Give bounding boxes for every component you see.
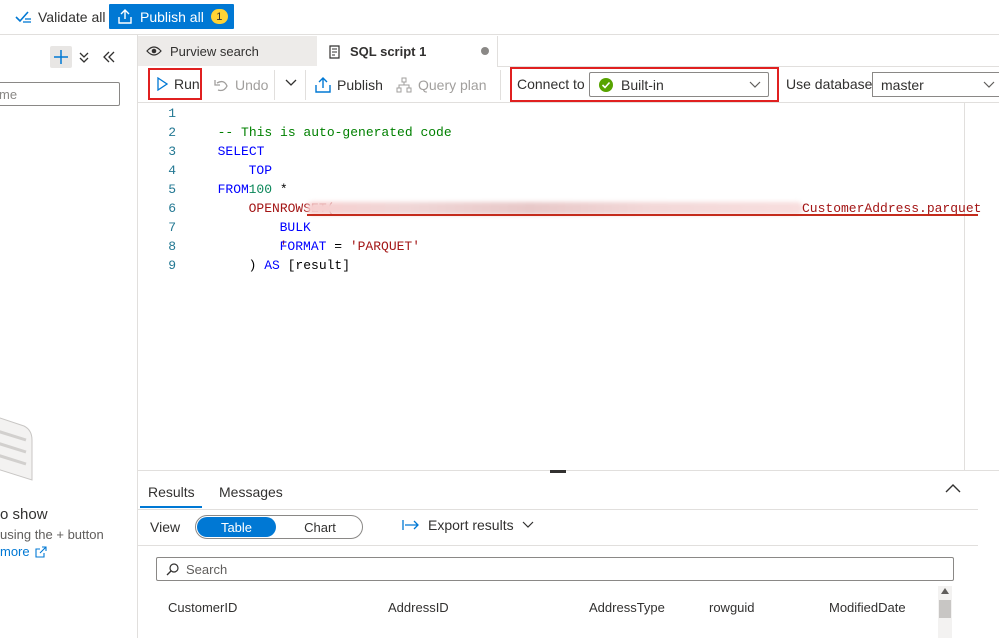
learn-more-link[interactable]: more	[0, 544, 47, 559]
results-scrollbar-thumb[interactable]	[939, 600, 951, 618]
code-line: TOP 100 *	[233, 142, 288, 197]
line-number: 3	[168, 144, 176, 159]
query-plan-label: Query plan	[418, 77, 487, 93]
empty-state-title: o show	[0, 506, 48, 523]
play-icon	[156, 77, 168, 91]
run-label: Run	[174, 76, 200, 92]
results-search-input[interactable]: Search	[156, 557, 954, 581]
code-line: FORMAT = 'PARQUET'	[264, 218, 420, 254]
tab-label: Purview search	[170, 43, 259, 59]
collapse-panel-icon[interactable]	[102, 50, 116, 64]
code-line: SELECT	[202, 123, 265, 159]
add-resource-button[interactable]	[50, 46, 72, 68]
chevron-down-icon	[983, 81, 995, 89]
toolbar-separator	[274, 70, 275, 100]
publish-upload-icon	[315, 77, 331, 93]
connect-to-dropdown[interactable]: Built-in	[589, 72, 769, 97]
validate-all-label: Validate all	[38, 9, 106, 25]
chevron-down-icon	[522, 521, 534, 529]
editor-scrollbar[interactable]	[964, 103, 979, 470]
undo-dropdown-chevron-icon[interactable]	[285, 79, 297, 87]
tab-results[interactable]: Results	[148, 484, 195, 500]
export-results-button[interactable]: Export results	[402, 517, 534, 533]
query-plan-icon	[396, 77, 412, 93]
code-line: OPENROWSET(	[233, 180, 335, 216]
undo-button[interactable]: Undo	[213, 70, 268, 100]
toolbar-separator	[305, 70, 306, 100]
line-number: 6	[168, 201, 176, 216]
code-text: [result]	[279, 258, 351, 273]
code-string: 'PARQUET'	[349, 239, 421, 254]
publish-label: Publish	[337, 77, 383, 93]
connect-to-label: Connect to	[517, 76, 585, 92]
use-database-label: Use database	[786, 76, 873, 92]
tab-sql-script-1[interactable]: SQL script 1	[318, 36, 498, 67]
code-line: FROM	[202, 161, 249, 197]
code-keyword: TOP	[248, 163, 273, 178]
filter-resources-input[interactable]: me	[0, 82, 120, 106]
code-text: )	[248, 258, 265, 273]
code-line: BULK '	[264, 199, 311, 254]
pending-count-badge: 1	[210, 9, 228, 24]
error-squiggle	[307, 214, 978, 216]
external-link-icon	[35, 545, 47, 558]
column-header-modifieddate[interactable]: ModifiedDate	[829, 600, 906, 615]
export-arrow-icon	[402, 519, 420, 531]
line-number: 4	[168, 163, 176, 178]
pane-splitter[interactable]	[138, 470, 999, 471]
run-button[interactable]: Run	[148, 68, 202, 100]
line-number: 1	[168, 106, 176, 121]
database-value: master	[881, 76, 924, 93]
column-header-rowguid[interactable]: rowguid	[709, 600, 755, 615]
undo-label: Undo	[235, 77, 269, 93]
tab-purview-search[interactable]: Purview search	[138, 36, 317, 66]
view-table-option[interactable]: Table	[197, 517, 276, 537]
connected-check-icon	[599, 77, 613, 92]
code-line: -- This is auto-generated code	[202, 104, 452, 140]
undo-icon	[213, 78, 229, 92]
code-line: ) AS [result]	[233, 237, 350, 273]
connect-to-value: Built-in	[621, 76, 664, 93]
eye-icon	[146, 45, 162, 57]
view-label: View	[150, 519, 181, 535]
empty-state-hint: using the + button	[0, 527, 104, 542]
unsaved-changes-indicator	[481, 47, 489, 55]
export-results-label: Export results	[428, 517, 514, 533]
column-header-customerid[interactable]: CustomerID	[168, 600, 237, 615]
results-divider	[138, 509, 978, 510]
collapse-results-chevron-up-icon[interactable]	[944, 483, 962, 494]
scroll-up-arrow-icon[interactable]	[941, 588, 949, 594]
upload-icon	[118, 9, 132, 24]
validate-check-icon	[14, 9, 32, 25]
search-icon	[166, 562, 179, 576]
tab-label: SQL script 1	[350, 44, 427, 59]
validate-all-button[interactable]: Validate all	[14, 6, 105, 28]
publish-all-button[interactable]: Publish all 1	[109, 4, 234, 29]
filter-placeholder: me	[0, 86, 18, 102]
tab-messages[interactable]: Messages	[219, 484, 283, 500]
line-number: 7	[168, 220, 176, 235]
results-divider	[138, 545, 978, 546]
learn-more-label: more	[0, 544, 30, 559]
code-keyword: AS	[264, 258, 280, 273]
script-icon	[328, 44, 342, 60]
view-chart-option[interactable]: Chart	[281, 517, 359, 537]
chevron-down-icon	[749, 81, 761, 89]
splitter-grip[interactable]	[550, 470, 566, 473]
column-header-addresstype[interactable]: AddressType	[589, 600, 665, 615]
toolbar-separator	[500, 70, 501, 100]
publish-all-label: Publish all	[140, 8, 204, 25]
publish-button[interactable]: Publish	[315, 70, 383, 100]
column-header-addressid[interactable]: AddressID	[388, 600, 449, 615]
line-number: 2	[168, 125, 176, 140]
query-plan-button[interactable]: Query plan	[396, 70, 486, 100]
line-number: 5	[168, 182, 176, 197]
expand-all-icon[interactable]	[78, 50, 90, 64]
line-number: 9	[168, 258, 176, 273]
search-placeholder: Search	[186, 561, 228, 577]
active-tab-indicator	[140, 506, 202, 508]
database-dropdown[interactable]: master	[872, 72, 999, 97]
line-number: 8	[168, 239, 176, 254]
empty-state-illustration	[0, 404, 38, 484]
